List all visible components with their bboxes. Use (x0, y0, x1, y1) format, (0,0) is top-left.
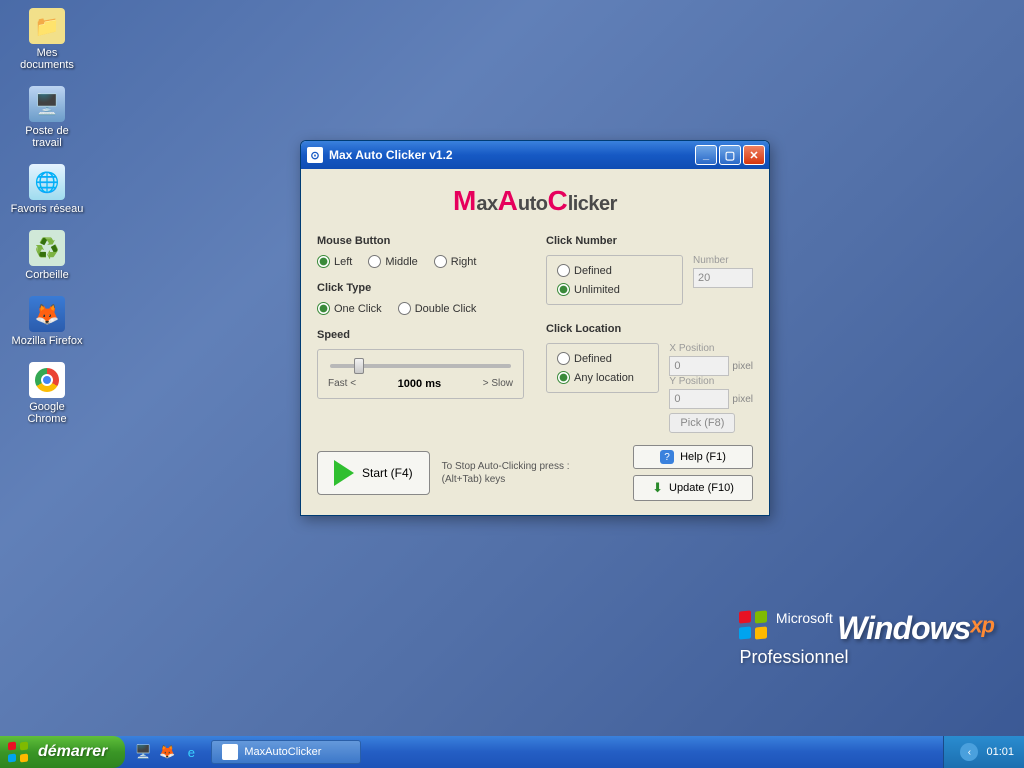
desktop-icon-documents[interactable]: 📁Mes documents (8, 8, 86, 72)
update-button[interactable]: ⬇Update (F10) (633, 475, 753, 501)
stop-hint: To Stop Auto-Clicking press : (Alt+Tab) … (442, 460, 570, 486)
speed-slider[interactable] (330, 364, 511, 368)
mouse-button-title: Mouse Button (317, 235, 524, 247)
desktop-icon-firefox[interactable]: 🦊Mozilla Firefox (8, 296, 86, 348)
wallpaper-branding: Microsoft Windowsxp Professionnel (739, 610, 994, 668)
x-input (669, 356, 729, 376)
app-logo: MaxAutoClicker (317, 185, 753, 217)
play-icon (334, 460, 354, 486)
radio-double-click[interactable]: Double Click (398, 302, 477, 315)
radio-number-unlimited[interactable]: Unlimited (557, 283, 672, 296)
maximize-button[interactable]: ▢ (719, 145, 741, 165)
radio-number-defined[interactable]: Defined (557, 264, 672, 277)
y-input (669, 389, 729, 409)
radio-middle[interactable]: Middle (368, 255, 417, 268)
help-icon: ? (660, 450, 674, 464)
number-input (693, 268, 753, 288)
tray-expand-icon[interactable]: ‹ (960, 743, 978, 761)
taskbar-app-icon (222, 744, 238, 760)
quicklaunch-ie-icon[interactable]: e (181, 742, 201, 762)
window-title: Max Auto Clicker v1.2 (329, 148, 695, 162)
x-label: X Position (669, 343, 753, 354)
desktop-icon-computer[interactable]: 🖥️Poste de travail (8, 86, 86, 150)
app-window: ⊙ Max Auto Clicker v1.2 _ ▢ ✕ MaxAutoCli… (300, 140, 770, 516)
click-type-title: Click Type (317, 282, 524, 294)
y-label: Y Position (669, 376, 753, 387)
radio-one-click[interactable]: One Click (317, 302, 382, 315)
speed-value: 1000 ms (398, 378, 441, 390)
click-location-title: Click Location (546, 323, 753, 335)
app-icon: ⊙ (307, 147, 323, 163)
taskbar: démarrer 🖥️ 🦊 e MaxAutoClicker ‹ 01:01 (0, 736, 1024, 768)
speed-title: Speed (317, 329, 524, 341)
start-menu-button[interactable]: démarrer (0, 736, 125, 768)
speed-fast-label: Fast < (328, 378, 356, 390)
minimize-button[interactable]: _ (695, 145, 717, 165)
desktop-icon-network[interactable]: 🌐Favoris réseau (8, 164, 86, 216)
system-tray: ‹ 01:01 (943, 736, 1024, 768)
start-button[interactable]: Start (F4) (317, 451, 430, 495)
titlebar[interactable]: ⊙ Max Auto Clicker v1.2 _ ▢ ✕ (301, 141, 769, 169)
quicklaunch-desktop-icon[interactable]: 🖥️ (133, 742, 153, 762)
number-label: Number (693, 255, 753, 266)
taskbar-app-button[interactable]: MaxAutoClicker (211, 740, 361, 764)
click-number-title: Click Number (546, 235, 753, 247)
radio-location-defined[interactable]: Defined (557, 352, 648, 365)
desktop-icon-chrome[interactable]: Google Chrome (8, 362, 86, 426)
download-icon: ⬇ (652, 480, 663, 496)
slider-thumb[interactable] (354, 358, 364, 374)
close-button[interactable]: ✕ (743, 145, 765, 165)
speed-slow-label: > Slow (483, 378, 513, 390)
help-button[interactable]: ?Help (F1) (633, 445, 753, 469)
pick-button: Pick (F8) (669, 413, 735, 433)
quicklaunch-firefox-icon[interactable]: 🦊 (157, 742, 177, 762)
radio-left[interactable]: Left (317, 255, 352, 268)
radio-right[interactable]: Right (434, 255, 477, 268)
radio-location-any[interactable]: Any location (557, 371, 648, 384)
clock: 01:01 (986, 746, 1014, 758)
desktop-icon-recycle[interactable]: ♻️Corbeille (8, 230, 86, 282)
